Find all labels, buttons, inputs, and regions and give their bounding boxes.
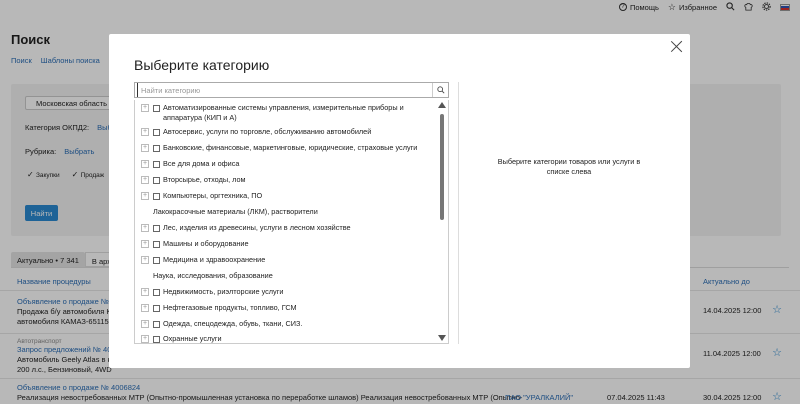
expand-icon[interactable]: + [141,240,149,248]
expand-icon[interactable]: + [141,224,149,232]
expand-icon[interactable]: + [141,160,149,168]
category-checkbox[interactable] [153,192,160,200]
category-checkbox[interactable] [153,104,160,112]
category-modal: Выберите категорию + Автоматизированные … [109,34,690,368]
tree-item[interactable]: + Недвижимость, риэлторские услуги [141,287,434,297]
expand-icon[interactable]: + [141,192,149,200]
scroll-thumb[interactable] [440,114,444,220]
tree-item[interactable]: + Вторсырье, отходы, лом [141,175,434,185]
selection-hint: Выберите категории товаров или услуги в … [497,157,641,176]
category-checkbox[interactable] [153,320,160,328]
category-checkbox[interactable] [153,224,160,232]
category-checkbox[interactable] [153,288,160,296]
tree-item[interactable]: + Все для дома и офиса [141,159,434,169]
search-button[interactable] [432,83,448,97]
expand-icon[interactable]: + [141,256,149,264]
expand-icon[interactable]: + [141,335,149,343]
search-icon [436,86,445,94]
tree-item[interactable]: + Медицина и здравоохранение [141,255,434,265]
category-checkbox[interactable] [153,240,160,248]
tree-item[interactable]: + Нефтегазовые продукты, топливо, ГСМ [141,303,434,313]
expand-icon[interactable]: + [141,176,149,184]
tree-item[interactable]: + Компьютеры, оргтехника, ПО [141,191,434,201]
modal-title: Выберите категорию [134,57,270,73]
category-checkbox[interactable] [153,128,160,136]
category-search-input[interactable] [137,83,432,97]
tree-item[interactable]: + Банковские, финансовые, маркетинговые,… [141,143,434,153]
tree-scrollbar[interactable] [437,100,447,343]
expand-icon[interactable]: + [141,144,149,152]
category-checkbox[interactable] [153,256,160,264]
category-tree: + Автоматизированные системы управления,… [134,100,449,344]
expand-icon[interactable]: + [141,304,149,312]
scroll-up-arrow-icon[interactable] [438,102,446,108]
close-icon[interactable] [671,40,683,52]
tree-item[interactable]: + Автосервис, услуги по торговле, обслуж… [141,127,434,137]
tree-item[interactable]: Наука, исследования, образование [153,271,434,281]
category-checkbox[interactable] [153,176,160,184]
panel-divider [458,82,459,344]
scroll-down-arrow-icon[interactable] [438,335,446,341]
tree-item[interactable]: + Автоматизированные системы управления,… [141,103,434,123]
category-checkbox[interactable] [153,144,160,152]
expand-icon[interactable]: + [141,104,149,112]
tree-item[interactable]: Лакокрасочные материалы (ЛКМ), растворит… [153,207,434,217]
expand-icon[interactable]: + [141,128,149,136]
category-checkbox[interactable] [153,335,160,343]
tree-item[interactable]: + Одежда, спецодежда, обувь, ткани, СИЗ. [141,319,434,329]
category-checkbox[interactable] [153,160,160,168]
expand-icon[interactable]: + [141,320,149,328]
category-search [134,82,449,98]
expand-icon[interactable]: + [141,288,149,296]
tree-item[interactable]: + Лес, изделия из древесины, услуги в ле… [141,223,434,233]
category-checkbox[interactable] [153,304,160,312]
tree-item[interactable]: + Охранные услуги [141,334,434,343]
tree-item[interactable]: + Машины и оборудование [141,239,434,249]
